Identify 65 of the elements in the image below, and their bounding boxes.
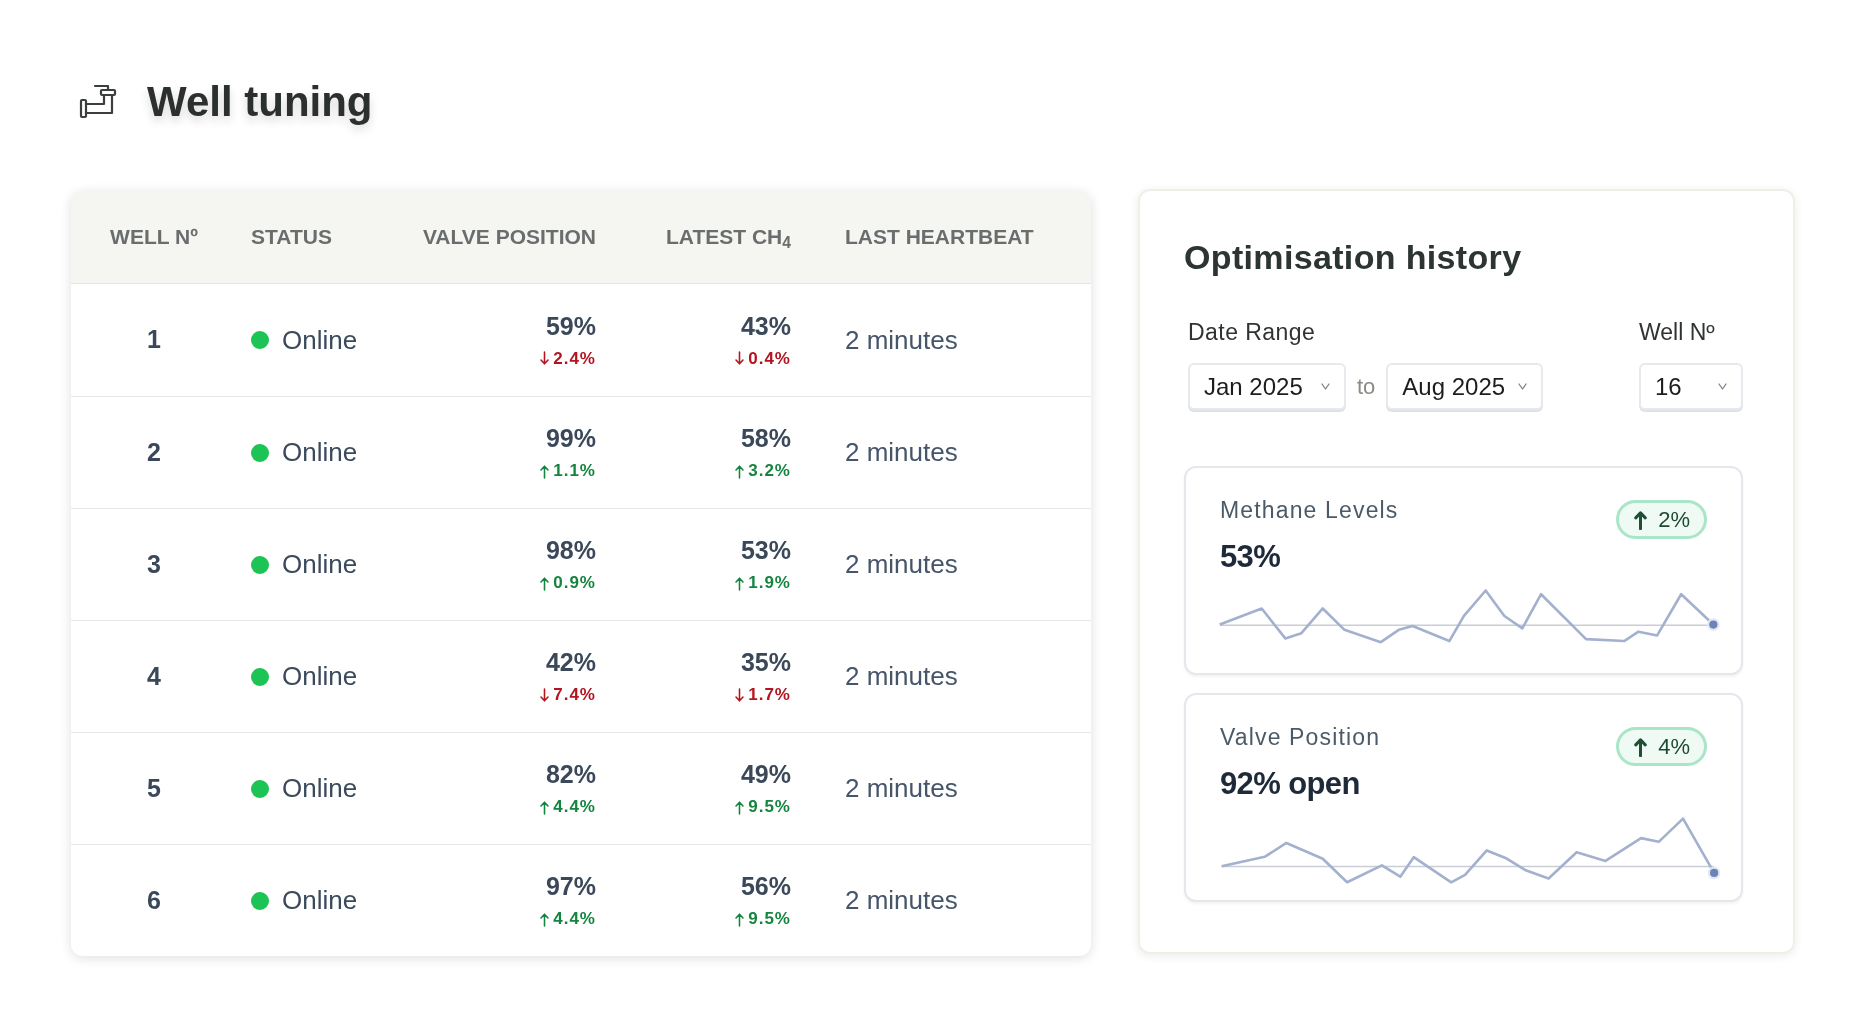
change-text: 3.2% (748, 461, 791, 481)
measure-value: 42% (545, 648, 596, 676)
well-number: 2 (147, 436, 161, 468)
measure-value: 97% (545, 872, 596, 900)
change-text: 9.5% (748, 797, 791, 817)
metric-value: 53% (1220, 538, 1281, 576)
metric-value: 92% open (1220, 765, 1360, 803)
measure-value: 82% (545, 760, 596, 788)
well-number: 4 (147, 660, 161, 692)
status-text: Online (282, 884, 358, 917)
chevron-down-icon (1321, 383, 1330, 390)
well-number: 1 (147, 324, 161, 356)
heartbeat-text: 2 minutes (845, 549, 958, 579)
status-text: Online (282, 772, 358, 805)
change-text: 4.4% (553, 909, 596, 929)
change-text: 0.9% (553, 573, 596, 593)
measure-value: 98% (545, 536, 596, 564)
pipe-icon (79, 84, 119, 120)
chevron-down-icon (1518, 383, 1528, 390)
measure-value: 43% (740, 311, 791, 340)
badge-text: 4% (1658, 733, 1690, 761)
status-text: Online (282, 548, 358, 581)
dropdown-select[interactable]: Aug 2025 (1386, 363, 1544, 410)
column-header: LAST HEARTBEAT (845, 225, 1034, 249)
change-text: 1.7% (748, 685, 791, 705)
status-text: Online (282, 436, 358, 469)
page-title: Well tuning (147, 77, 373, 127)
heartbeat-text: 2 minutes (845, 773, 958, 803)
change-text: 7.4% (553, 685, 596, 705)
measure-value: 35% (740, 648, 791, 676)
measure-value: 58% (740, 424, 791, 452)
column-header: LATEST CH$_{4}$ (665, 224, 791, 253)
change-text: 0.4% (748, 348, 791, 369)
heartbeat-text: 2 minutes (845, 324, 958, 355)
field-label: Well Nº (1639, 318, 1715, 346)
heartbeat-text: 2 minutes (845, 661, 958, 691)
field-label: Date Range (1188, 318, 1316, 346)
dropdown-select[interactable]: 16 (1639, 363, 1743, 410)
change-text: 2.4% (553, 348, 596, 369)
column-header: WELL Nº (110, 224, 198, 251)
status-text: Online (282, 660, 358, 693)
measure-value: 56% (740, 872, 791, 900)
column-header: VALVE POSITION (422, 224, 596, 251)
change-text: 4.4% (553, 797, 596, 817)
measure-value: 99% (545, 424, 596, 452)
well-number: 6 (147, 884, 161, 916)
status-text: Online (282, 323, 358, 357)
column-header: STATUS (251, 225, 332, 249)
well-number: 3 (147, 548, 161, 580)
range-separator-text: to (1357, 373, 1376, 401)
measure-value: 49% (740, 760, 791, 788)
measure-value: 53% (740, 536, 791, 564)
change-text: 1.9% (748, 573, 791, 593)
heartbeat-text: 2 minutes (845, 885, 958, 915)
heartbeat-text: 2 minutes (845, 437, 958, 467)
badge-text: 2% (1658, 506, 1690, 534)
change-text: 1.1% (553, 461, 596, 481)
metric-title: Valve Position (1220, 723, 1381, 751)
well-number: 5 (147, 772, 161, 804)
metric-title: Methane Levels (1220, 496, 1399, 524)
measure-value: 59% (545, 311, 596, 340)
dropdown-select[interactable]: Jan 2025 (1188, 363, 1346, 410)
chevron-down-icon (1718, 383, 1727, 390)
panel-title: Optimisation history (1184, 237, 1522, 278)
change-text: 9.5% (748, 909, 791, 929)
